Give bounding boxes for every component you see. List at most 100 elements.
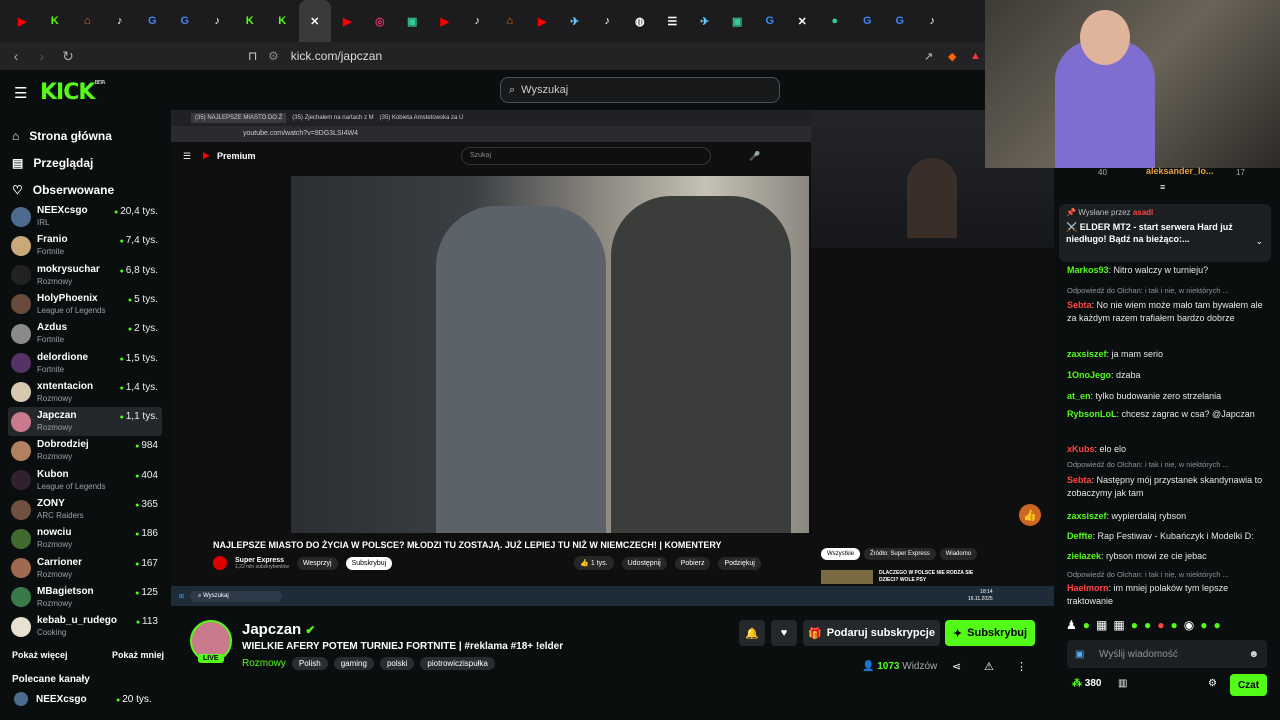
chat-username[interactable]: Haelmorn bbox=[1067, 583, 1109, 593]
chat-expand-icon[interactable]: ≡ bbox=[1160, 182, 1165, 192]
emote-icon[interactable]: ● bbox=[1157, 618, 1164, 632]
share-icon[interactable]: ↗ bbox=[924, 50, 933, 63]
channel-name[interactable]: Japczan ✔ bbox=[242, 621, 315, 638]
tag-piotrowiczispulka[interactable]: piotrowiczispułka bbox=[420, 657, 495, 670]
chat-username[interactable]: 1OnoJego bbox=[1067, 370, 1111, 380]
kick-logo[interactable]: KICKBETA bbox=[40, 80, 106, 105]
notify-bell-icon[interactable]: 🔔 bbox=[739, 620, 765, 646]
chat-message[interactable]: zaxsiszef: ja mam serio bbox=[1067, 348, 1267, 361]
menu-icon[interactable]: ☰ bbox=[14, 84, 27, 102]
tab-steam[interactable]: ✈ bbox=[559, 0, 592, 42]
chat-username[interactable]: RybsonLoL bbox=[1067, 409, 1117, 419]
chat-message[interactable]: Haelmorn: im mniej polaków tym lepsze tr… bbox=[1067, 582, 1267, 608]
sidebar-channel-franio[interactable]: FranioFortnite 7,4 tys. bbox=[8, 231, 162, 260]
sidebar-channel-delordione[interactable]: delordioneFortnite 1,5 tys. bbox=[8, 349, 162, 378]
tab-github[interactable]: ◍ bbox=[624, 0, 657, 42]
emote-icon[interactable]: ● bbox=[1131, 618, 1138, 632]
tab-tiktok-4[interactable]: ♪ bbox=[591, 0, 624, 42]
tab-tiktok[interactable]: ♪ bbox=[104, 0, 137, 42]
tab-google-3[interactable]: G bbox=[754, 0, 787, 42]
tab-x[interactable]: ✕ bbox=[786, 0, 819, 42]
sidebar-channel-nowciu[interactable]: nowciuRozmowy 186 bbox=[8, 524, 162, 553]
tab-google-2[interactable]: G bbox=[169, 0, 202, 42]
tab-maps[interactable]: ● bbox=[819, 0, 852, 42]
subscribe-button[interactable]: ✦ Subskrybuj bbox=[945, 620, 1035, 646]
tab-kick-3[interactable]: K bbox=[266, 0, 299, 42]
tab-tiktok-2[interactable]: ♪ bbox=[201, 0, 234, 42]
video-player[interactable]: (35) NAJLEPSZE MIASTO DO Ż (35) Zjechałe… bbox=[171, 110, 1054, 606]
tag-polski[interactable]: polski bbox=[379, 657, 415, 670]
chat-username[interactable]: at_en bbox=[1067, 391, 1091, 401]
tab-app-2[interactable]: ▣ bbox=[721, 0, 754, 42]
show-less-button[interactable]: Pokaż mniej bbox=[112, 650, 164, 660]
chat-username[interactable]: zielazek bbox=[1067, 551, 1101, 561]
sidebar-channel-japczan[interactable]: JapczanRozmowy 1,1 tys. bbox=[8, 407, 162, 437]
tab-youtube[interactable]: ▶ bbox=[6, 0, 39, 42]
sidebar-channel-mbagietson[interactable]: MBagietsonRozmowy 125 bbox=[8, 583, 162, 612]
chat-username[interactable]: Sebta bbox=[1067, 475, 1092, 485]
emoji-icon[interactable]: ☻ bbox=[1248, 649, 1259, 660]
recommended-avatar[interactable] bbox=[14, 692, 28, 706]
tab-kick-2[interactable]: K bbox=[234, 0, 267, 42]
tab-db[interactable]: ☰ bbox=[656, 0, 689, 42]
chat-input[interactable]: ▣ Wyślij wiadomość ☻ bbox=[1067, 640, 1267, 668]
emote-icon[interactable]: ● bbox=[1144, 618, 1151, 632]
store-icon[interactable]: ▥ bbox=[1118, 678, 1127, 689]
tab-home[interactable]: ⌂ bbox=[71, 0, 104, 42]
sidebar-channel-kebab_u_rudego[interactable]: kebab_u_rudegoCooking 113 bbox=[8, 612, 162, 641]
sidebar-channel-neexcsgo[interactable]: NEEXcsgo IRL 20,4 tys. bbox=[8, 202, 162, 231]
sidebar-channel-kubon[interactable]: KubonLeague of Legends 404 bbox=[8, 466, 162, 495]
site-info-icon[interactable]: ⚙ bbox=[268, 49, 279, 63]
tab-google-4[interactable]: G bbox=[851, 0, 884, 42]
tab-youtube-4[interactable]: ▶ bbox=[526, 0, 559, 42]
tab-steam-2[interactable]: ✈ bbox=[689, 0, 722, 42]
reload-icon[interactable]: ↻ bbox=[58, 48, 78, 65]
tab-youtube-2[interactable]: ▶ bbox=[331, 0, 364, 42]
tab-app[interactable]: ▣ bbox=[396, 0, 429, 42]
emote-icon[interactable]: ◉ bbox=[1184, 618, 1194, 632]
back-icon[interactable]: ‹ bbox=[6, 48, 26, 64]
tab-home-2[interactable]: ⌂ bbox=[494, 0, 527, 42]
show-more-button[interactable]: Pokaż więcej bbox=[12, 650, 68, 660]
bookmark-icon[interactable]: ⊓ bbox=[248, 49, 257, 63]
chat-message[interactable]: 1OnoJego: dzaba bbox=[1067, 369, 1267, 382]
emote-icon[interactable]: ▦ bbox=[1113, 618, 1124, 632]
pinned-message[interactable]: 📌 Wysłane przez asadi ⚔️ ELDER MT2 - sta… bbox=[1059, 204, 1271, 262]
chat-message[interactable]: Markos93: Nitro walczy w turnieju? bbox=[1067, 264, 1267, 277]
chat-message[interactable]: Sebta: No nie wiem może mało tam bywałem… bbox=[1067, 299, 1267, 325]
nav-browse[interactable]: ▤ Przeglądaj bbox=[12, 149, 114, 176]
gift-subs-button[interactable]: 🎁 Podaruj subskrypcje bbox=[803, 620, 940, 646]
sidebar-channel-holyphoenix[interactable]: HolyPhoenixLeague of Legends 5 tys. bbox=[8, 290, 162, 319]
chat-message[interactable]: Deffte: Rap Festiwav - Kubańczyk i Model… bbox=[1067, 530, 1267, 543]
chat-message[interactable]: xKubs: elo elo bbox=[1067, 443, 1267, 456]
sidebar-channel-azdus[interactable]: AzdusFortnite 2 tys. bbox=[8, 319, 162, 348]
tab-instagram[interactable]: ◎ bbox=[364, 0, 397, 42]
chat-message[interactable]: Sebta: Następny mój przystanek skandynaw… bbox=[1067, 474, 1267, 500]
sidebar-channel-dobrodziej[interactable]: DobrodziejRozmowy 984 bbox=[8, 436, 162, 465]
chat-username[interactable]: zaxsiszef bbox=[1067, 511, 1107, 521]
sidebar-channel-xntentacion[interactable]: xntentacionRozmowy 1,4 tys. bbox=[8, 378, 162, 407]
rewards-icon[interactable]: ▲ bbox=[970, 50, 981, 62]
tab-tiktok-5[interactable]: ♪ bbox=[916, 0, 949, 42]
recommended-channel-name[interactable]: NEEXcsgo bbox=[36, 694, 87, 705]
emote-icon[interactable]: ● bbox=[1200, 618, 1207, 632]
chat-username[interactable]: xKubs bbox=[1067, 444, 1095, 454]
chat-username[interactable]: Sebta bbox=[1067, 300, 1092, 310]
brave-icon[interactable]: ◆ bbox=[948, 50, 956, 63]
share-stream-icon[interactable]: ⋖ bbox=[952, 660, 961, 673]
url-field[interactable]: ⚙ kick.com/japczan bbox=[268, 46, 928, 66]
tab-google-5[interactable]: G bbox=[884, 0, 917, 42]
report-icon[interactable]: ⚠ bbox=[984, 660, 994, 673]
sidebar-channel-zony[interactable]: ZONY ARC Raiders 365 bbox=[8, 495, 162, 524]
chat-message[interactable]: zielazek: rybson mowi ze cie jebac bbox=[1067, 550, 1267, 563]
more-icon[interactable]: ⋮ bbox=[1016, 660, 1027, 673]
emote-icon[interactable]: ● bbox=[1170, 618, 1177, 632]
nav-following[interactable]: ♡ Obserwowane bbox=[12, 176, 114, 203]
forward-icon[interactable]: › bbox=[32, 48, 52, 64]
tab-tiktok-3[interactable]: ♪ bbox=[461, 0, 494, 42]
sidebar-channel-mokrysuchar[interactable]: mokrysucharRozmowy 6,8 tys. bbox=[8, 261, 162, 290]
tab-google[interactable]: G bbox=[136, 0, 169, 42]
tag-gaming[interactable]: gaming bbox=[333, 657, 374, 670]
category-link[interactable]: Rozmowy bbox=[242, 658, 286, 669]
nav-home[interactable]: ⌂ Strona główna bbox=[12, 122, 114, 149]
